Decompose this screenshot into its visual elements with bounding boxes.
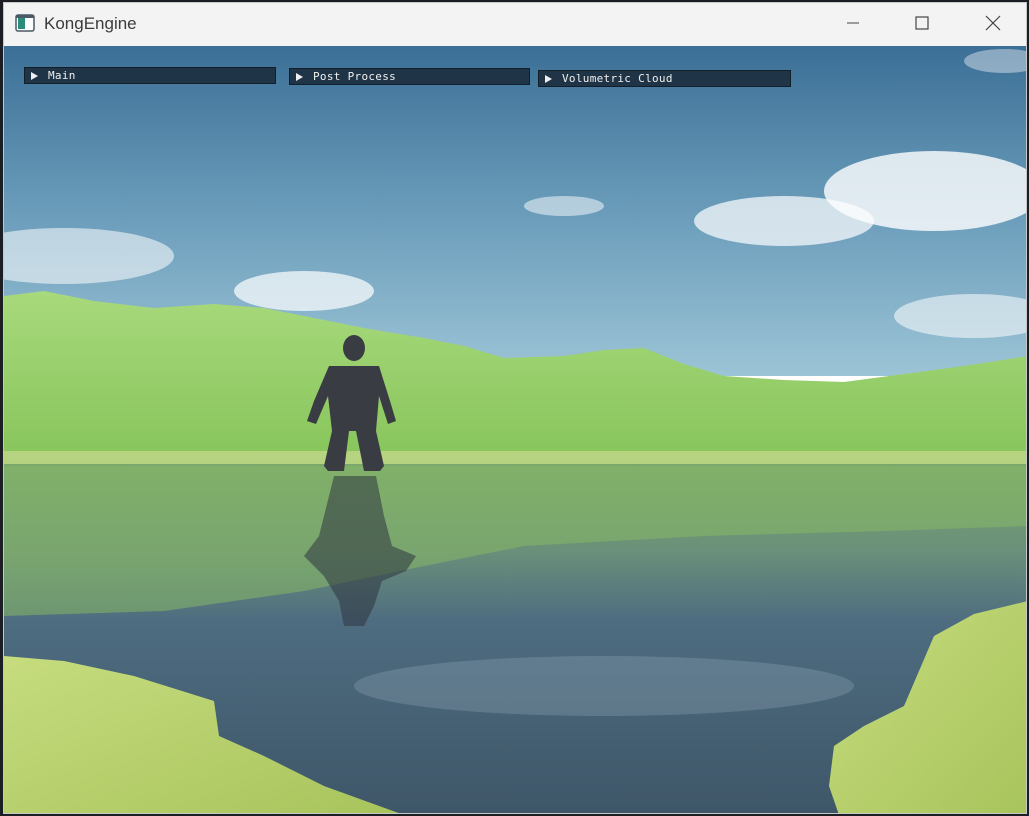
window-title: KongEngine — [44, 14, 137, 33]
app-window-icon — [15, 14, 35, 32]
render-viewport[interactable]: Main Post Process Volumetric Cloud — [4, 46, 1026, 813]
collapse-arrow-right-icon — [31, 71, 38, 80]
maximize-icon — [914, 15, 930, 35]
collapse-arrow-right-icon — [545, 74, 552, 83]
title-bar[interactable]: KongEngine — [4, 3, 1026, 46]
panel-volumetric-cloud-label: Volumetric Cloud — [562, 72, 673, 85]
close-button[interactable] — [970, 3, 1016, 46]
panel-volumetric-cloud-header[interactable]: Volumetric Cloud — [538, 70, 791, 87]
app-window: KongEngine Main Post Process Volumetric … — [3, 2, 1027, 814]
panel-main-header[interactable]: Main — [24, 67, 276, 84]
collapse-arrow-right-icon — [296, 72, 303, 81]
maximize-button[interactable] — [899, 3, 945, 46]
3d-scene — [4, 46, 1026, 813]
panel-post-process-header[interactable]: Post Process — [289, 68, 530, 85]
minimize-icon — [845, 15, 861, 35]
panel-post-process-label: Post Process — [313, 70, 397, 83]
panel-main-label: Main — [48, 69, 76, 82]
minimize-button[interactable] — [830, 3, 876, 46]
close-icon — [984, 14, 1002, 36]
